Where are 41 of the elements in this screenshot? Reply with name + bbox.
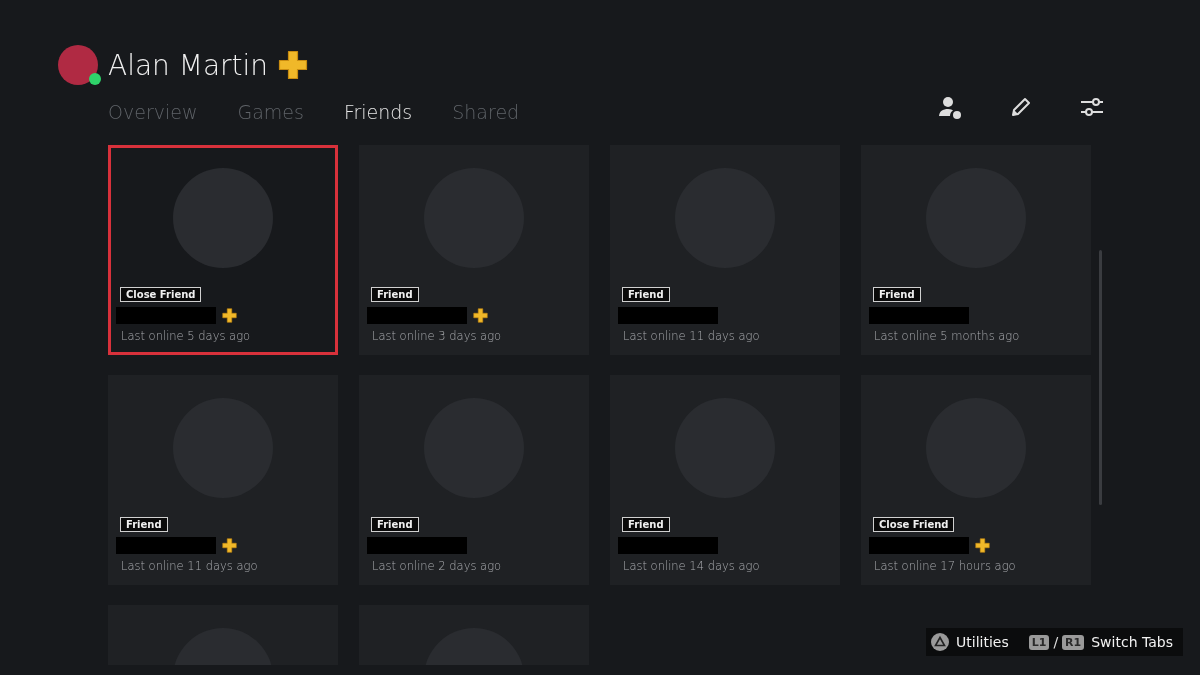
- last-online-text: Last online 2 days ago: [372, 559, 502, 573]
- scrollbar[interactable]: [1099, 250, 1102, 505]
- last-online-text: Last online 5 days ago: [121, 329, 251, 343]
- plus-icon: [473, 308, 488, 323]
- friend-tag: Close Friend: [120, 287, 202, 302]
- friend-tag: Friend: [622, 287, 670, 302]
- filter-sliders-icon[interactable]: [1080, 96, 1104, 118]
- tab[interactable]: Friends: [343, 101, 413, 123]
- plus-icon: [222, 538, 237, 553]
- friend-card[interactable]: Friend Last online 3 days ago: [359, 145, 589, 355]
- plus-icon: [975, 538, 990, 553]
- last-online-text: Last online 14 days ago: [623, 559, 760, 573]
- friend-card[interactable]: Friend Last online 14 days ago: [610, 375, 840, 585]
- friend-tag: Friend: [371, 517, 419, 532]
- friend-card[interactable]: Friend Last online 11 days ago: [610, 145, 840, 355]
- profile-name: Alan Martin: [108, 48, 269, 82]
- friend-card[interactable]: Friend Last online 11 days ago: [108, 375, 338, 585]
- pencil-icon[interactable]: [1010, 96, 1032, 118]
- shoulder-key: L1: [1028, 634, 1050, 650]
- friend-card[interactable]: Friend Last online 5 months ago: [861, 145, 1091, 355]
- friend-tag: Friend: [120, 517, 168, 532]
- friend-card[interactable]: Close Friend Last online 5 days ago: [108, 145, 338, 355]
- friend-tag: Close Friend: [873, 517, 955, 532]
- last-online-text: Last online 11 days ago: [121, 559, 258, 573]
- friend-card[interactable]: Close Friend Last online 17 hours ago: [861, 375, 1091, 585]
- key-separator: /: [1053, 634, 1059, 650]
- friend-tag: Friend: [873, 287, 921, 302]
- friend-tag: Friend: [622, 517, 670, 532]
- last-online-text: Last online 17 hours ago: [874, 559, 1016, 573]
- plus-icon: [278, 50, 309, 80]
- hint-label: Utilities: [956, 634, 1009, 650]
- last-online-text: Last online 5 months ago: [874, 329, 1020, 343]
- profile-settings-icon[interactable]: [938, 96, 962, 120]
- hint-label: Switch Tabs: [1091, 634, 1173, 650]
- plus-icon: [222, 308, 237, 323]
- friend-card[interactable]: Friend Last online 2 days ago: [359, 375, 589, 585]
- friend-tag: Friend: [371, 287, 419, 302]
- shoulder-key: R1: [1062, 634, 1085, 650]
- triangle-button-icon: [931, 633, 949, 651]
- last-online-text: Last online 3 days ago: [372, 329, 502, 343]
- last-online-text: Last online 11 days ago: [623, 329, 760, 343]
